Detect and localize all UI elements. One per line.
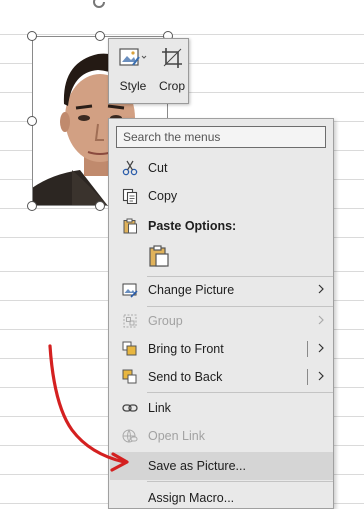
crop-icon xyxy=(162,48,182,68)
bring-to-front-icon xyxy=(122,341,137,356)
resize-handle-bottom-left[interactable] xyxy=(27,201,37,211)
menu-item-assign-macro[interactable]: Assign Macro... xyxy=(110,484,333,508)
menu-item-link[interactable]: Link xyxy=(110,394,333,422)
menu-search-input[interactable]: Search the menus xyxy=(116,126,326,148)
resize-handle-left[interactable] xyxy=(27,116,37,126)
menu-item-copy[interactable]: Copy xyxy=(110,182,333,210)
rotate-icon[interactable] xyxy=(91,0,107,10)
menu-item-send-to-back[interactable]: Send to Back xyxy=(110,363,333,391)
chevron-right-icon[interactable] xyxy=(318,343,324,353)
group-icon xyxy=(123,314,137,328)
copy-icon xyxy=(122,188,138,204)
resize-handle-top[interactable] xyxy=(95,31,105,41)
menu-item-label: Change Picture xyxy=(148,283,235,297)
paste-options-label: Paste Options: xyxy=(148,219,237,233)
grid-row-line xyxy=(0,34,364,35)
menu-item-label: Group xyxy=(148,314,183,328)
menu-separator xyxy=(147,481,333,482)
menu-item-label: Send to Back xyxy=(148,370,223,384)
menu-item-label: Assign Macro... xyxy=(148,491,235,505)
paste-icon xyxy=(123,218,137,234)
menu-item-group[interactable]: Group xyxy=(110,307,333,335)
link-icon xyxy=(122,404,138,412)
split-separator xyxy=(307,341,308,357)
resize-handle-top-left[interactable] xyxy=(27,31,37,41)
menu-item-change-picture[interactable]: Change Picture xyxy=(110,276,333,304)
split-separator xyxy=(307,369,308,385)
context-menu: Search the menus Cut Copy Paste Options: xyxy=(108,118,334,509)
menu-item-label: Save as Picture... xyxy=(148,459,246,473)
mini-toolbar: Style Crop xyxy=(108,38,189,104)
menu-item-save-as-picture[interactable]: Save as Picture... xyxy=(110,452,333,480)
menu-separator xyxy=(147,392,333,393)
crop-button[interactable]: Crop xyxy=(155,39,189,103)
menu-item-label: Cut xyxy=(148,161,168,175)
chevron-right-icon xyxy=(318,284,324,294)
menu-item-cut[interactable]: Cut xyxy=(110,154,333,182)
style-button[interactable]: Style xyxy=(111,39,155,103)
chevron-right-icon xyxy=(318,315,324,325)
chevron-right-icon[interactable] xyxy=(318,371,324,381)
picture-style-icon xyxy=(119,48,147,66)
crop-label: Crop xyxy=(158,79,185,93)
resize-handle-bottom[interactable] xyxy=(95,201,105,211)
open-link-icon xyxy=(122,429,138,443)
scissors-icon xyxy=(122,160,138,176)
menu-item-label: Link xyxy=(148,401,171,415)
menu-item-label: Open Link xyxy=(148,429,205,443)
paste-option-icon[interactable] xyxy=(147,244,171,268)
menu-item-label: Copy xyxy=(148,189,178,203)
paste-options-header: Paste Options: xyxy=(110,214,333,238)
menu-item-label: Bring to Front xyxy=(148,342,224,356)
menu-item-bring-to-front[interactable]: Bring to Front xyxy=(110,335,333,363)
style-label: Style xyxy=(119,79,147,93)
send-to-back-icon xyxy=(122,369,137,384)
menu-item-open-link[interactable]: Open Link xyxy=(110,422,333,450)
change-picture-icon xyxy=(122,283,138,298)
